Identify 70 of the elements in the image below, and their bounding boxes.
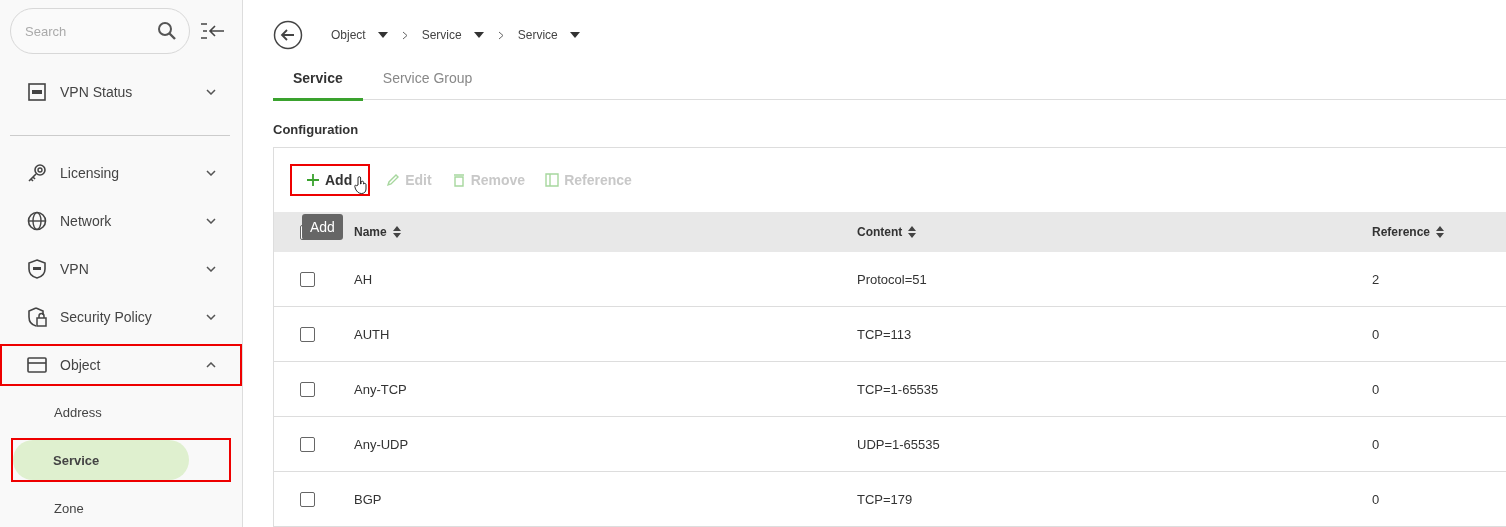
table-cell-text: 0 [1372, 326, 1381, 342]
back-icon[interactable] [273, 20, 303, 50]
breadcrumb-item[interactable]: Object [331, 28, 388, 42]
sort-icon[interactable] [908, 226, 917, 238]
window-icon [26, 354, 48, 376]
table-cell-text: TCP=179 [857, 491, 914, 507]
pencil-icon [386, 173, 401, 187]
tooltip: Add [302, 214, 343, 240]
shield-lock-icon [26, 306, 48, 328]
panel-icon [545, 173, 560, 187]
table-cell-text: TCP=1-65535 [857, 381, 940, 397]
trash-icon [451, 173, 466, 187]
expand-icon [206, 89, 216, 95]
expand-icon [206, 218, 216, 224]
sidebar-item[interactable]: VPN [0, 248, 242, 290]
checkbox[interactable] [300, 491, 315, 507]
checkbox[interactable] [300, 271, 315, 287]
sidebar-item[interactable]: Licensing [0, 152, 242, 194]
search-icon [157, 21, 177, 41]
shield-icon [26, 258, 48, 280]
column-header[interactable]: Reference [1372, 225, 1431, 239]
hand-cursor-icon [354, 176, 368, 194]
table-cell-text: 0 [1372, 436, 1381, 452]
collapse-icon [206, 362, 216, 368]
chevron-right-icon [497, 30, 504, 40]
sidebar-item[interactable]: Security Policy [0, 296, 242, 338]
checkbox[interactable] [300, 381, 315, 397]
sort-icon[interactable] [1436, 226, 1445, 238]
table-cell-text: 2 [1372, 271, 1381, 287]
tab[interactable]: Service [273, 70, 363, 101]
collapse-menu-icon[interactable] [200, 23, 226, 39]
caret-icon [473, 32, 484, 38]
tab[interactable]: Service Group [362, 70, 493, 101]
caret-icon [377, 32, 388, 38]
breadcrumb-item[interactable]: Service [421, 28, 484, 42]
expand-icon [206, 314, 216, 320]
vpn-status-icon [26, 81, 48, 103]
checkbox[interactable] [300, 436, 315, 452]
table-cell-text: UDP=1-65535 [857, 436, 941, 452]
sidebar-item[interactable]: Network [0, 200, 242, 242]
checkbox[interactable] [300, 326, 315, 342]
section-title: Configuration [273, 122, 360, 137]
breadcrumb-item[interactable]: Service [517, 28, 580, 42]
search-field[interactable]: Search [10, 8, 190, 54]
chevron-right-icon [401, 30, 408, 40]
sidebar-subitem[interactable]: Address [54, 392, 102, 432]
table-cell-text: Any-TCP [354, 381, 408, 397]
plus-icon [306, 173, 320, 187]
sidebar-item[interactable]: VPN Status [0, 71, 242, 113]
toolbar-button[interactable]: Add [290, 164, 371, 196]
column-header[interactable]: Name [354, 225, 387, 239]
sidebar-subitem[interactable]: Service [13, 440, 189, 480]
sort-icon[interactable] [392, 226, 401, 238]
search-field[interactable]: Search [25, 16, 157, 46]
column-header[interactable]: Content [857, 225, 903, 239]
table-cell-text: BGP [354, 491, 383, 507]
table-cell-text: 0 [1372, 491, 1381, 507]
key-icon [26, 162, 48, 184]
table-cell-text: Any-UDP [354, 436, 410, 452]
table-cell-text: TCP=113 [857, 326, 913, 342]
table-cell-text: AH [354, 271, 374, 287]
table-cell-text: 0 [1372, 381, 1381, 397]
sidebar-subitem[interactable]: Zone [54, 488, 84, 527]
table-cell-text: AUTH [354, 326, 391, 342]
table-cell-text: Protocol=51 [857, 271, 928, 287]
caret-icon [569, 32, 580, 38]
globe-icon [26, 210, 48, 232]
expand-icon [206, 266, 216, 272]
expand-icon [206, 170, 216, 176]
sidebar-item[interactable]: Object [0, 344, 242, 386]
